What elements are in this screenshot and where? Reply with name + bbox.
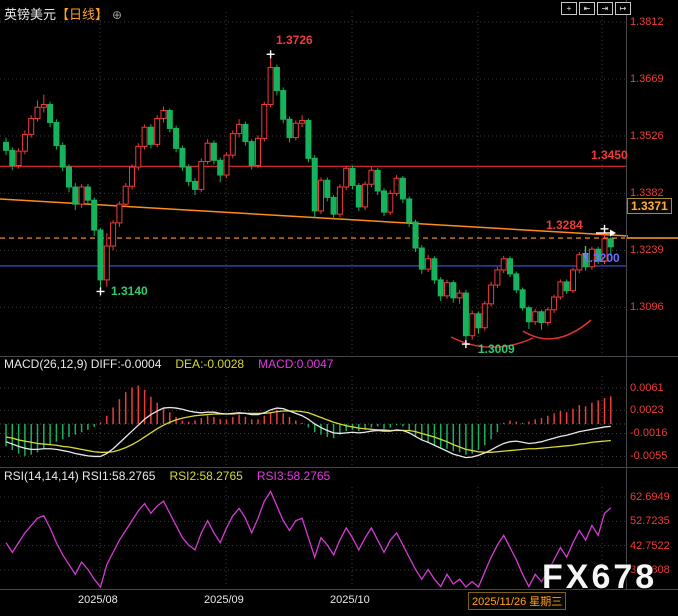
rsi-tick-label: 52.7235 — [630, 515, 670, 527]
price-tick-label: 1.3812 — [630, 16, 664, 28]
macd-hist-value: MACD:0.0047 — [258, 357, 333, 371]
macd-layer — [0, 386, 626, 458]
annotation-high-price: 1.3726 — [276, 33, 313, 47]
rsi2-value: RSI2:58.2765 — [169, 469, 242, 483]
price-tick-label: 1.3239 — [630, 244, 664, 256]
annotation-august-low: 1.3140 — [111, 284, 148, 298]
macd-tick-label: 0.0023 — [630, 404, 664, 416]
axis-divider — [626, 0, 627, 589]
price-tick-label: 1.3669 — [630, 73, 664, 85]
rsi-tick-label: 62.6949 — [630, 491, 670, 503]
timeframe-label: 【日线】 — [56, 7, 108, 22]
annotation-support-price: 1.3200 — [583, 251, 620, 265]
annotation-november-low: 1.3009 — [478, 342, 515, 356]
candles-layer — [4, 56, 614, 342]
price-tick-label: 1.3526 — [630, 130, 664, 142]
rsi3-value: RSI3:58.2765 — [257, 469, 330, 483]
macd-status-row: MACD(26,12,9) DIFF:-0.0004 DEA:-0.0028 MAC… — [4, 357, 333, 371]
annotation-trendline-price: 1.3284 — [546, 218, 583, 232]
time-axis-label: 2025/09 — [204, 594, 244, 606]
fit-vertical-icon[interactable]: ⇤ — [579, 2, 595, 15]
annotation-resistance-price: 1.3450 — [591, 148, 628, 162]
add-symbol-icon[interactable]: ⊕ — [112, 8, 122, 22]
macd-dea-value: DEA:-0.0028 — [175, 357, 244, 371]
rsi-layer — [6, 491, 611, 587]
macd-diff-value: MACD(26,12,9) DIFF:-0.0004 — [4, 357, 161, 371]
chart-canvas[interactable] — [0, 0, 678, 616]
time-axis-label: 2025/08 — [78, 594, 118, 606]
fit-horizontal-icon[interactable]: ⇥ — [597, 2, 613, 15]
rsi-status-row: RSI(14,14,14) RSI1:58.2765 RSI2:58.2765 RS… — [4, 469, 330, 483]
price-tick-label: 1.3096 — [630, 301, 664, 313]
macd-tick-label: -0.0055 — [630, 450, 667, 462]
panel-divider — [0, 467, 678, 468]
rsi1-value: RSI(14,14,14) RSI1:58.2765 — [4, 469, 155, 483]
move-crosshair-icon[interactable]: + — [561, 2, 577, 15]
current-price-tag: 1.3371 — [627, 198, 672, 214]
fx678-watermark: FX678 — [542, 558, 657, 597]
grid-layer — [0, 12, 626, 587]
instrument-name: 英镑美元 — [4, 7, 56, 22]
rsi-tick-label: 42.7522 — [630, 540, 670, 552]
chart-toolbar: + ⇤ ⇥ ↦ — [561, 2, 631, 15]
time-axis-label: 2025/10 — [330, 594, 370, 606]
macd-tick-label: -0.0016 — [630, 427, 667, 439]
chart-title: 英镑美元【日线】 ⊕ — [4, 4, 122, 23]
macd-tick-label: 0.0061 — [630, 382, 664, 394]
export-icon[interactable]: ↦ — [615, 2, 631, 15]
